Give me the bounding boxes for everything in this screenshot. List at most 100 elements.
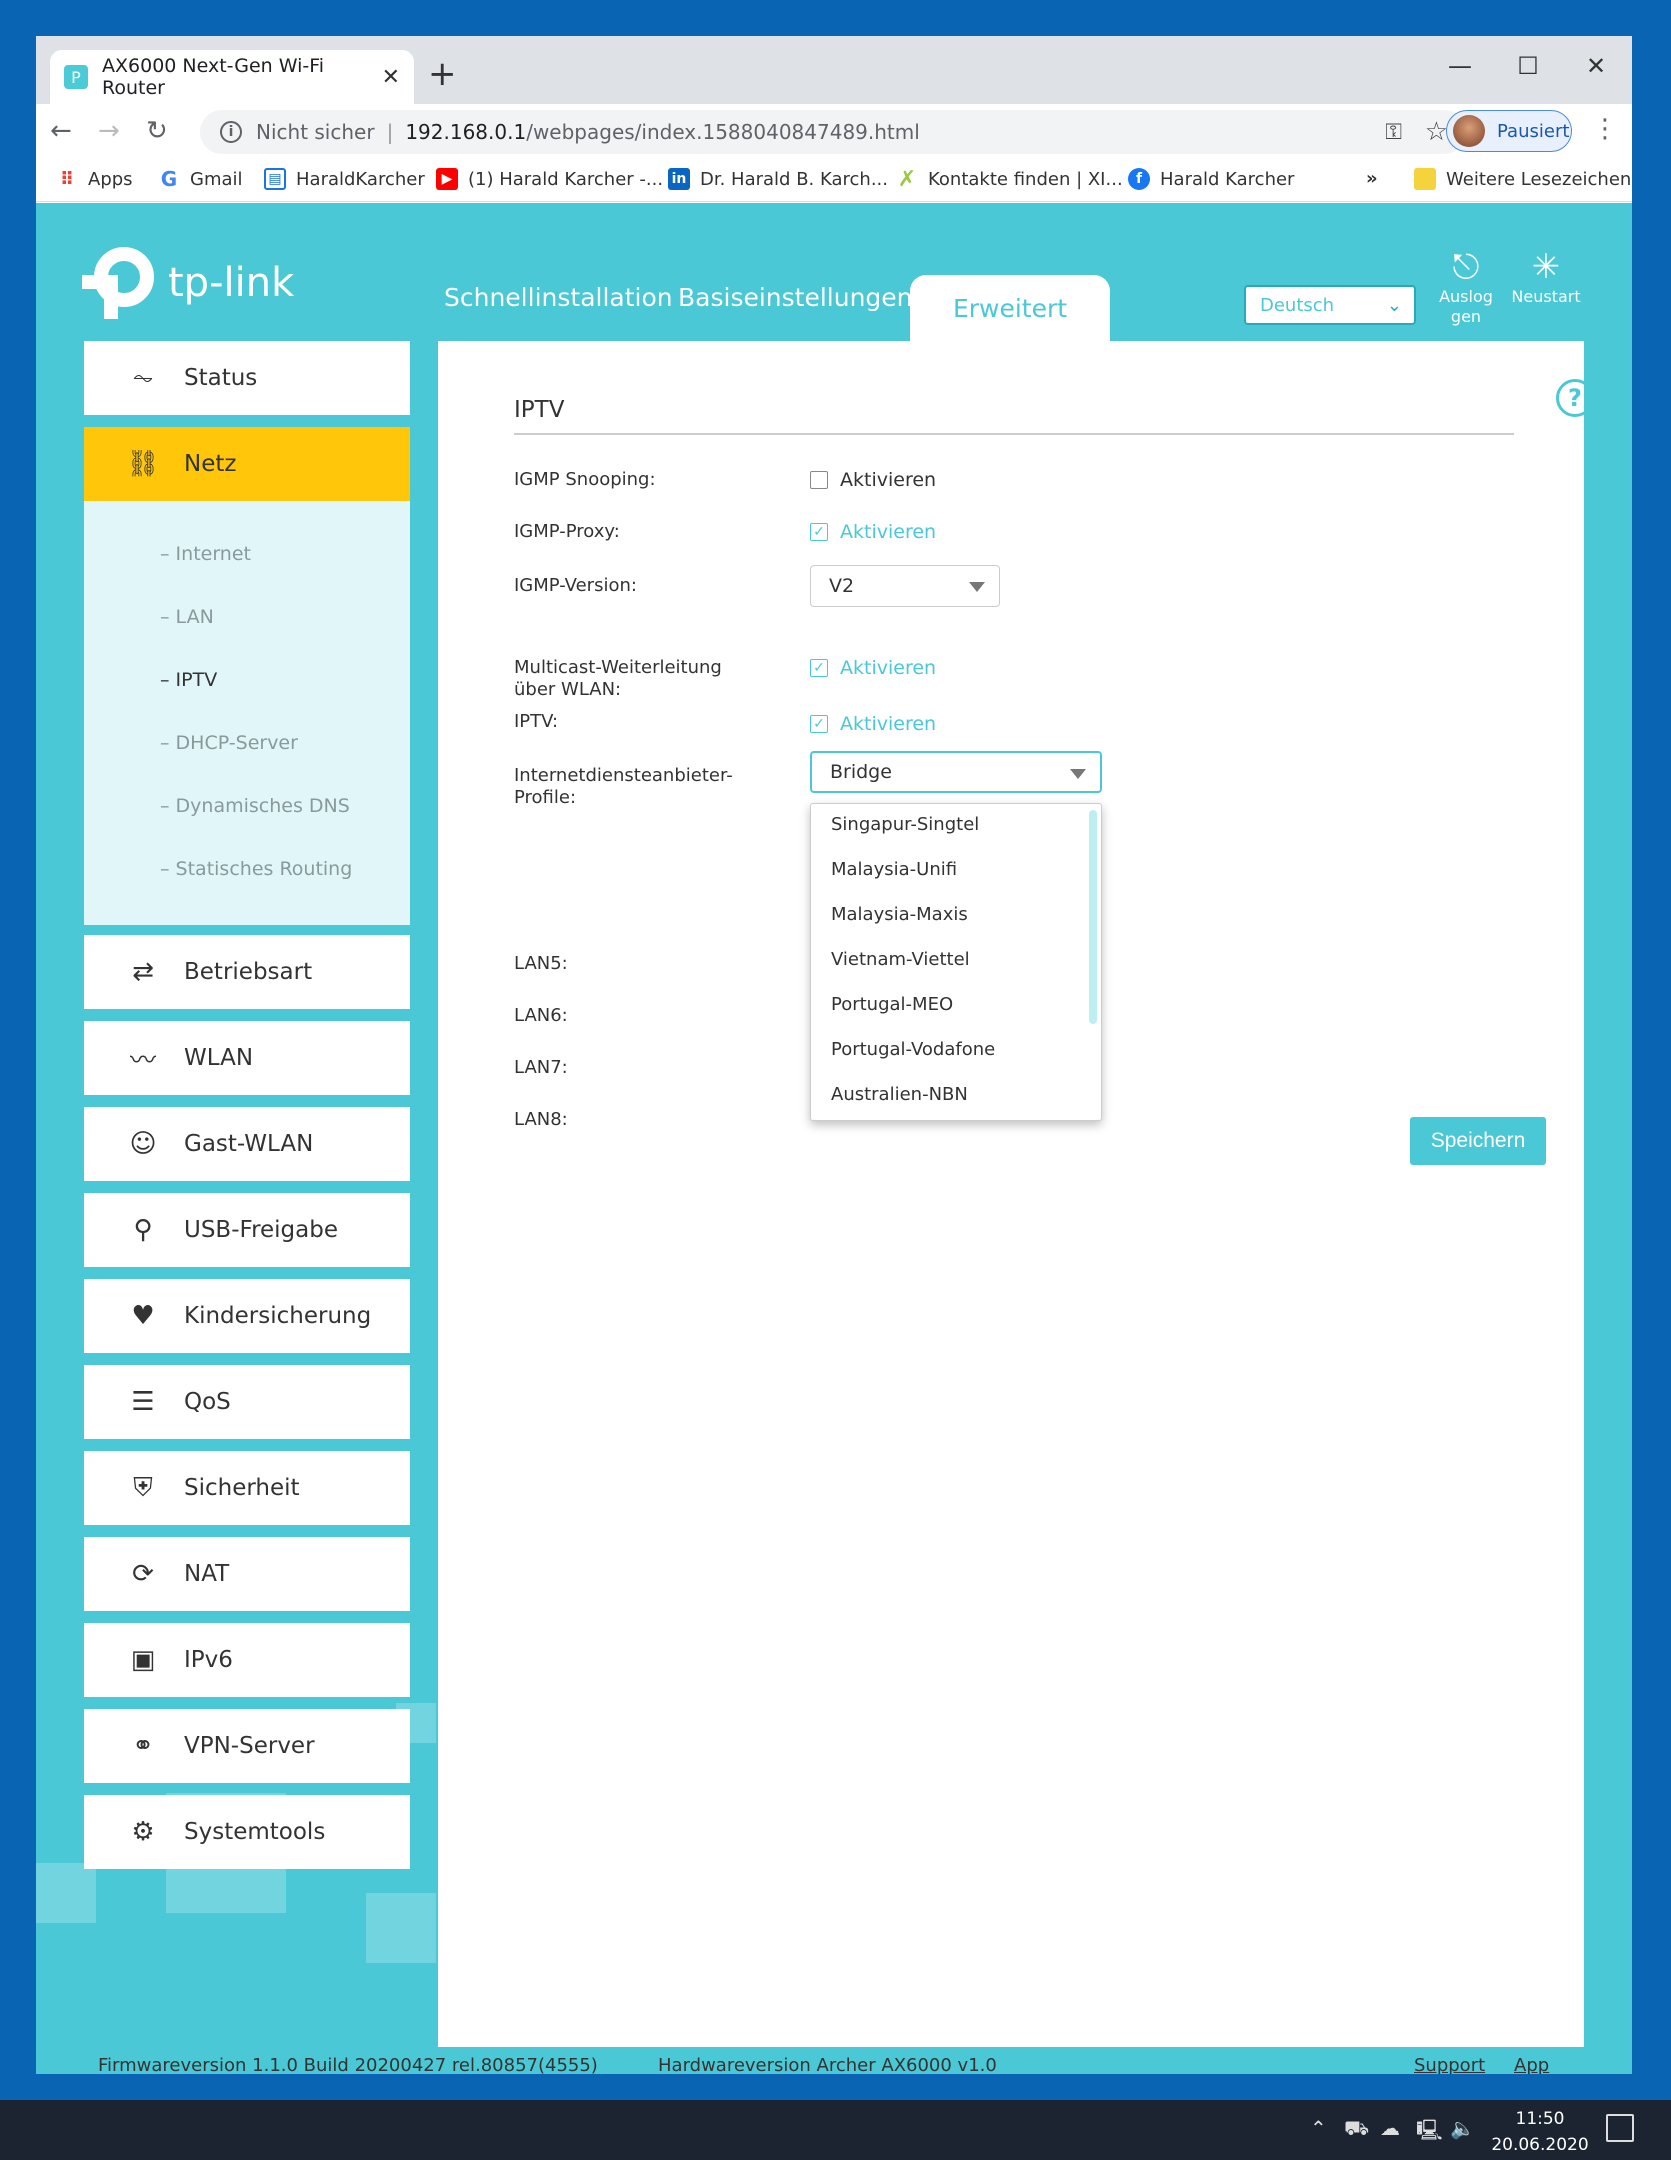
router-page: tp-link Schnellinstallation Basiseinstel… — [36, 203, 1632, 2074]
more-bookmarks-icon[interactable]: » — [1366, 168, 1378, 189]
bookmark-facebook[interactable]: f Harald Karcher — [1128, 168, 1294, 190]
sidebar-item-guest-wlan[interactable]: ☺ Gast-WLAN — [84, 1107, 410, 1181]
lan8-label: LAN8: — [514, 1109, 568, 1130]
background-decoration — [36, 1863, 96, 1923]
sidebar-item-label: USB-Freigabe — [184, 1217, 339, 1243]
subnav-iptv[interactable]: – IPTV — [160, 669, 217, 691]
nav-advanced[interactable]: Erweitert — [910, 275, 1110, 341]
igmp-snooping-checkbox[interactable]: Aktivieren — [810, 469, 936, 491]
url-path: /webpages/index.1588040847489.html — [526, 120, 920, 144]
multicast-checkbox[interactable]: ✓ Aktivieren — [810, 657, 936, 679]
dropdown-option[interactable]: Malaysia-Maxis — [831, 904, 968, 925]
igmp-proxy-checkbox[interactable]: ✓ Aktivieren — [810, 521, 936, 543]
subnav-ddns[interactable]: – Dynamisches DNS — [160, 795, 350, 817]
network-tray-icon[interactable]: 🖳 — [1416, 2116, 1443, 2150]
lan6-label: LAN6: — [514, 1005, 568, 1026]
volume-icon[interactable]: 🔈 — [1450, 2116, 1475, 2140]
bookmark-youtube[interactable]: ▶ (1) Harald Karcher -... — [436, 168, 663, 190]
star-icon[interactable]: ☆ — [1425, 117, 1448, 147]
sidebar-item-parental[interactable]: ♥ Kindersicherung — [84, 1279, 410, 1353]
subnav-lan[interactable]: – LAN — [160, 606, 214, 628]
logout-button[interactable]: ⎋ Ausloggen — [1426, 247, 1506, 327]
subnav-dhcp[interactable]: – DHCP-Server — [160, 732, 298, 754]
xing-icon: ✗ — [897, 166, 917, 192]
igmp-version-label: IGMP-Version: — [514, 575, 637, 596]
subnav-internet[interactable]: – Internet — [160, 543, 251, 565]
subnav-static-routing[interactable]: – Statisches Routing — [160, 858, 352, 880]
reboot-button[interactable]: ✳ Neustart — [1506, 247, 1586, 307]
save-button[interactable]: Speichern — [1410, 1117, 1546, 1165]
back-icon[interactable]: ← — [50, 116, 72, 146]
dropdown-option[interactable]: Singapur-Singtel — [831, 814, 979, 835]
key-icon[interactable]: ⚿ — [1385, 120, 1402, 145]
iptv-checkbox[interactable]: ✓ Aktivieren — [810, 713, 936, 735]
sidebar-item-nat[interactable]: ⟳ NAT — [84, 1537, 410, 1611]
dropdown-scrollbar[interactable] — [1089, 810, 1097, 1024]
chevron-up-icon[interactable]: ⌃ — [1310, 2116, 1327, 2140]
checkmark-icon: ✓ — [810, 659, 828, 677]
qos-icon: ☰ — [131, 1387, 155, 1417]
sidebar-item-network[interactable]: ⛓ Netz — [84, 427, 410, 501]
sidebar-item-vpn[interactable]: ⚭ VPN-Server — [84, 1709, 410, 1783]
sidebar-item-status[interactable]: ⏦ Status — [84, 341, 410, 415]
bookmark-apps[interactable]: ⠿ Apps — [56, 168, 133, 190]
cloud-icon[interactable]: ☁ — [1380, 2116, 1400, 2140]
usb-icon: ⚲ — [133, 1215, 153, 1245]
reboot-label: Neustart — [1511, 287, 1581, 306]
checkbox-label: Aktivieren — [840, 657, 937, 679]
dropdown-option[interactable]: Australien-NBN — [831, 1084, 968, 1105]
url-separator: | — [386, 120, 394, 144]
sidebar-item-systemtools[interactable]: ⚙ Systemtools — [84, 1795, 410, 1869]
browser-menu-icon[interactable]: ⋮ — [1592, 114, 1618, 144]
help-icon[interactable]: ? — [1556, 379, 1594, 417]
forward-icon[interactable]: → — [98, 116, 120, 146]
sidebar-item-label: Status — [184, 365, 258, 391]
app-link[interactable]: App — [1514, 2055, 1549, 2074]
nav-quick-setup[interactable]: Schnellinstallation — [444, 283, 673, 312]
browser-tab[interactable]: P AX6000 Next-Gen Wi-Fi Router ✕ — [50, 50, 414, 104]
notification-icon[interactable] — [1606, 2114, 1634, 2142]
igmp-version-value: V2 — [829, 575, 855, 597]
nav-basic[interactable]: Basiseinstellungen — [678, 283, 913, 312]
bookmark-gmail[interactable]: G Gmail — [158, 167, 243, 191]
linkedin-icon: in — [668, 168, 690, 190]
reload-icon[interactable]: ↻ — [146, 116, 168, 146]
close-window-icon[interactable]: ✕ — [1562, 44, 1630, 88]
dropdown-option[interactable]: Portugal-MEO — [831, 994, 953, 1015]
igmp-version-select[interactable]: V2 — [810, 565, 1000, 607]
sidebar-item-security[interactable]: ⛨ Sicherheit — [84, 1451, 410, 1525]
app-tray-icon[interactable]: ⛟ — [1344, 2116, 1369, 2143]
dropdown-option[interactable]: Malaysia-Unifi — [831, 859, 957, 880]
new-tab-icon[interactable]: + — [428, 54, 457, 94]
sidebar-item-qos[interactable]: ☰ QoS — [84, 1365, 410, 1439]
clock-time: 11:50 — [1515, 2109, 1565, 2129]
url-input[interactable]: i Nicht sicher | 192.168.0.1 /webpages/i… — [200, 110, 1466, 154]
bookmark-linkedin[interactable]: in Dr. Harald B. Karch... — [668, 168, 888, 190]
dropdown-option[interactable]: Vietnam-Viettel — [831, 949, 970, 970]
sidebar-item-wlan[interactable]: 〰 WLAN — [84, 1021, 410, 1095]
isp-profile-dropdown-toggle[interactable]: Bridge — [810, 751, 1102, 793]
dropdown-option[interactable]: Portugal-Vodafone — [831, 1039, 995, 1060]
nat-icon: ⟳ — [132, 1559, 154, 1589]
gear-icon: ⚙ — [131, 1817, 155, 1847]
sidebar-item-usb[interactable]: ⚲ USB-Freigabe — [84, 1193, 410, 1267]
tplink-logo[interactable]: tp-link — [82, 247, 294, 319]
bookmark-xing[interactable]: ✗ Kontakte finden | XI... — [896, 166, 1123, 192]
ipv6-icon: ▣ — [130, 1645, 156, 1675]
language-select[interactable]: Deutsch ⌄ — [1244, 285, 1416, 325]
tab-close-icon[interactable]: ✕ — [382, 65, 400, 90]
sidebar-item-label: Kindersicherung — [184, 1303, 372, 1329]
sidebar-item-mode[interactable]: ⇄ Betriebsart — [84, 935, 410, 1009]
chevron-down-icon: ⌄ — [1386, 294, 1402, 316]
other-bookmarks[interactable]: Weitere Lesezeichen — [1414, 168, 1631, 190]
bookmark-haraldkarcher[interactable]: ▤ HaraldKarcher — [264, 168, 425, 190]
minimize-icon[interactable]: — — [1426, 44, 1494, 88]
sidebar-item-ipv6[interactable]: ▣ IPv6 — [84, 1623, 410, 1697]
info-icon[interactable]: i — [220, 121, 242, 143]
checkmark-icon: ✓ — [810, 715, 828, 733]
maximize-icon[interactable]: ☐ — [1494, 44, 1562, 88]
system-clock[interactable]: 11:50 20.06.2020 — [1490, 2106, 1590, 2158]
sidebar-item-label: NAT — [184, 1561, 230, 1587]
profile-button[interactable]: Pausiert — [1446, 110, 1572, 152]
support-link[interactable]: Support — [1414, 2055, 1485, 2074]
